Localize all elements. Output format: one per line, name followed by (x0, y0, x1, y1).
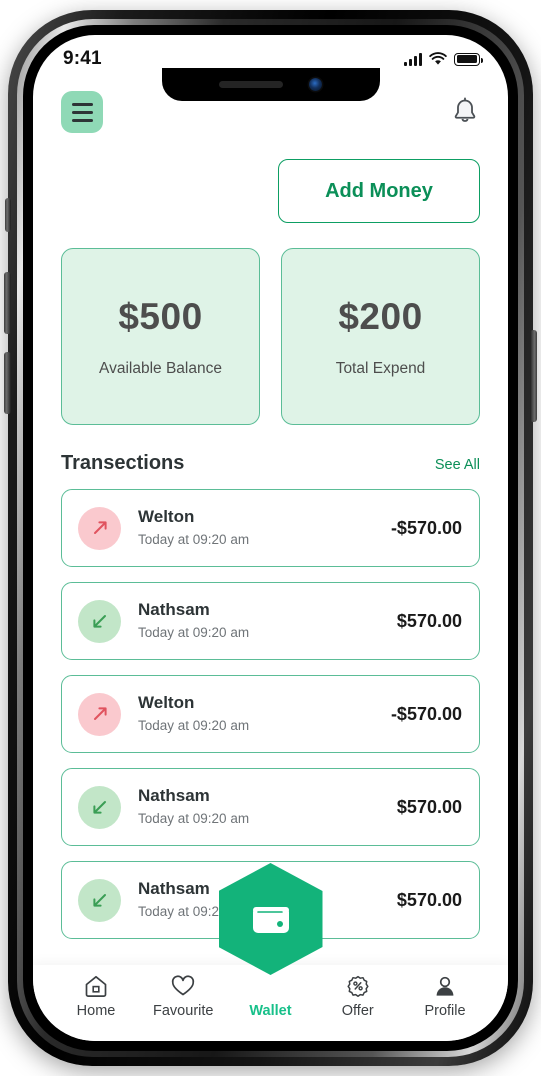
transaction-time: Today at 09:20 am (138, 811, 250, 827)
available-balance-amount: $500 (118, 295, 203, 337)
transaction-row[interactable]: Nathsam Today at 09:20 am $570.00 (61, 582, 480, 660)
arrow-down-left-icon (78, 599, 121, 643)
heart-icon (172, 975, 195, 996)
transaction-time: Today at 09:20 am (138, 625, 250, 641)
nav-label-favourite: Favourite (153, 1003, 214, 1019)
wallet-icon (252, 907, 289, 933)
front-camera (309, 78, 322, 91)
total-expend-card[interactable]: $200 Total Expend (281, 248, 480, 425)
nav-item-home[interactable]: Home (57, 974, 135, 1019)
signal-bars-icon (404, 52, 422, 66)
volume-down-button[interactable] (4, 352, 11, 414)
status-indicators (404, 52, 483, 66)
total-expend-amount: $200 (338, 295, 423, 337)
wifi-icon (429, 52, 447, 65)
transaction-meta: Welton Today at 09:20 am (138, 692, 391, 736)
add-money-row: Add Money (33, 133, 508, 223)
total-expend-label: Total Expend (335, 359, 426, 377)
transaction-amount: $570.00 (396, 889, 462, 910)
arrow-up-right-icon (78, 692, 121, 736)
silent-switch-button[interactable] (5, 198, 11, 232)
transaction-meta: Nathsam Today at 09:20 am (138, 599, 397, 643)
power-button[interactable] (530, 330, 537, 422)
transaction-name: Nathsam (138, 600, 210, 620)
available-balance-label: Available Balance (99, 359, 222, 377)
bottom-navigation: Home Favourite Wallet Offer Profile (33, 965, 508, 1041)
transaction-amount: $570.00 (396, 796, 462, 817)
nav-label-wallet: Wallet (249, 1003, 292, 1019)
transaction-amount: -$570.00 (390, 517, 462, 538)
nav-item-offer[interactable]: Offer (319, 974, 397, 1019)
transaction-row[interactable]: Nathsam Today at 09:20 am $570.00 (61, 768, 480, 846)
percent-badge-icon (347, 975, 369, 997)
nav-label-offer: Offer (341, 1003, 374, 1019)
balance-cards: $500 Available Balance $200 Total Expend (33, 223, 508, 425)
transaction-amount: $570.00 (396, 610, 462, 631)
transaction-name: Nathsam (138, 786, 210, 806)
wallet-fab-button[interactable] (218, 863, 323, 975)
volume-up-button[interactable] (4, 272, 11, 334)
transaction-time: Today at 09:20 am (138, 718, 250, 734)
available-balance-card[interactable]: $500 Available Balance (61, 248, 260, 425)
transactions-header: Transections See All (33, 425, 508, 475)
status-time: 9:41 (63, 48, 102, 69)
page-title: Transections (61, 452, 185, 474)
nav-item-wallet[interactable]: Wallet (232, 974, 310, 1019)
transaction-row[interactable]: Welton Today at 09:20 am -$570.00 (61, 489, 480, 567)
home-icon (85, 975, 107, 997)
arrow-down-left-icon (78, 878, 121, 922)
transaction-name: Welton (138, 693, 195, 713)
nav-item-profile[interactable]: Profile (406, 974, 484, 1019)
arrow-up-right-icon (78, 506, 121, 550)
fab-hexagon (218, 863, 323, 975)
arrow-down-left-icon (78, 785, 121, 829)
battery-full-icon (454, 52, 483, 66)
transaction-time: Today at 09:20 am (138, 532, 250, 548)
transaction-meta: Nathsam Today at 09:20 am (138, 785, 397, 829)
transaction-amount: -$570.00 (390, 703, 462, 724)
nav-label-profile: Profile (424, 1003, 466, 1019)
see-all-link[interactable]: See All (435, 457, 480, 473)
bell-icon[interactable] (448, 95, 482, 129)
device-notch (161, 68, 380, 101)
add-money-button[interactable]: Add Money (278, 159, 480, 223)
transaction-name: Welton (138, 507, 195, 527)
earpiece-speaker (219, 81, 283, 88)
screenshot-root: 9:41 Add Money $500 Available Balance $2… (0, 0, 541, 1076)
person-icon (436, 976, 454, 996)
transaction-meta: Welton Today at 09:20 am (138, 506, 391, 550)
nav-item-favourite[interactable]: Favourite (144, 974, 222, 1019)
phone-screen: 9:41 Add Money $500 Available Balance $2… (33, 35, 508, 1041)
nav-label-home: Home (76, 1003, 116, 1019)
transaction-row[interactable]: Welton Today at 09:20 am -$570.00 (61, 675, 480, 753)
hamburger-menu-icon[interactable] (61, 91, 103, 133)
